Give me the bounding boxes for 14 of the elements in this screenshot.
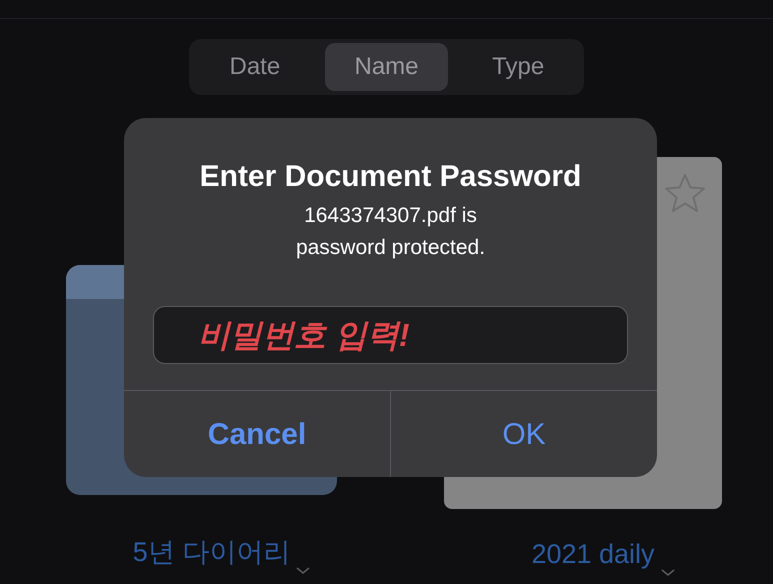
handwritten-annotation: 비밀번호 입력! xyxy=(198,316,410,355)
sort-tab[interactable]: Name xyxy=(324,43,448,91)
dialog-message: 1643374307.pdf is xyxy=(304,203,477,229)
sort-tab[interactable]: Date xyxy=(193,43,317,91)
dialog-title: Enter Document Password xyxy=(200,159,582,195)
item-title[interactable]: 2021 daily xyxy=(531,537,655,571)
password-field[interactable]: 비밀번호 입력! xyxy=(153,306,628,364)
chevron-down-icon[interactable] xyxy=(660,569,675,577)
sort-tab[interactable]: Type xyxy=(456,43,580,91)
dialog-button[interactable]: OK xyxy=(390,391,657,477)
chevron-down-icon[interactable] xyxy=(296,567,310,575)
dialog-button[interactable]: Cancel xyxy=(124,391,390,477)
item-title[interactable]: 5년 다이어리 xyxy=(132,535,290,569)
dialog-message: password protected. xyxy=(296,235,486,261)
